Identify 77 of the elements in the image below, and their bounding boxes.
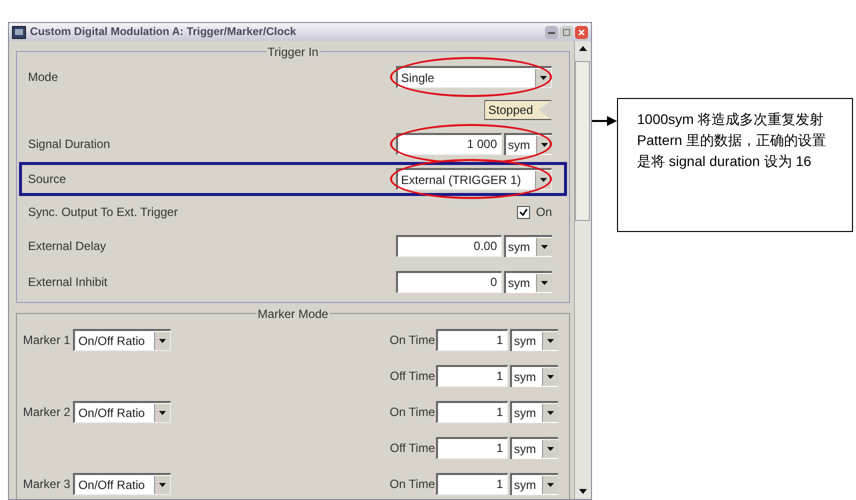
input-field[interactable]: 1 (436, 365, 508, 387)
unit-dropdown[interactable]: sym (510, 437, 558, 459)
field-label: Off Time (390, 368, 435, 385)
arrow-line (592, 115, 617, 127)
dropdown-arrow-button[interactable] (542, 332, 558, 350)
input-field[interactable]: 0.00 (396, 235, 502, 257)
dropdown-arrow-button[interactable] (154, 476, 170, 494)
dropdown[interactable]: On/Off Ratio (73, 401, 172, 423)
selected-row[interactable]: Source External (TRIGGER 1) (19, 162, 567, 196)
caret-icon (547, 339, 554, 343)
input-field[interactable]: 1 (436, 473, 508, 495)
maximize-icon (563, 28, 570, 36)
field-label: Mode (28, 69, 58, 86)
close-icon (578, 28, 585, 36)
dropdown[interactable]: External (TRIGGER 1) (396, 168, 552, 190)
caret-icon (159, 482, 166, 486)
input-field[interactable]: 0 (396, 271, 502, 293)
field-label: Sync. Output To Ext. Trigger (28, 204, 178, 221)
marker-label: Marker 3 (23, 476, 70, 493)
dropdown-arrow-button[interactable] (542, 440, 558, 458)
dropdown-arrow-button[interactable] (154, 332, 170, 350)
input-field[interactable]: 1 (436, 329, 508, 351)
window-title: Custom Digital Modulation A: Trigger/Marker/Clock (30, 24, 296, 40)
scrollbar[interactable] (574, 41, 591, 499)
caret-icon (541, 245, 548, 249)
maximize-button[interactable] (560, 26, 573, 38)
field-label: On Time (390, 476, 435, 493)
checkbox[interactable] (516, 206, 530, 218)
unit-dropdown[interactable]: sym (504, 235, 552, 257)
dropdown-arrow-button[interactable] (536, 238, 552, 256)
field-label: External Inhibit (28, 274, 108, 291)
caret-icon (547, 411, 554, 415)
app-icon (12, 26, 26, 38)
unit-dropdown[interactable]: sym (510, 365, 558, 387)
dropdown[interactable]: On/Off Ratio (73, 473, 172, 495)
field-label: On Time (390, 332, 435, 349)
dropdown-arrow-button[interactable] (542, 476, 558, 494)
caret-icon (540, 76, 547, 80)
checkmark-icon (518, 208, 528, 216)
checkbox-label: On (536, 204, 552, 221)
minimize-button[interactable] (545, 26, 558, 38)
dropdown-arrow-button[interactable] (535, 170, 551, 188)
caret-icon (540, 178, 547, 182)
unit-dropdown[interactable]: sym (510, 473, 558, 495)
field-label: External Delay (28, 238, 106, 255)
input-field[interactable]: 1 000 (396, 133, 502, 155)
marker-label: Marker 1 (23, 332, 70, 349)
unit-dropdown[interactable]: sym (510, 329, 558, 351)
dropdown-arrow-button[interactable] (536, 274, 552, 292)
input-field[interactable]: 1 (436, 401, 508, 423)
minimize-icon (548, 30, 555, 34)
field-label: On Time (390, 404, 435, 421)
caret-icon (541, 143, 548, 147)
status-flag: Stopped (484, 100, 552, 120)
caret-icon (547, 375, 554, 379)
dropdown-arrow-button[interactable] (535, 68, 551, 86)
dropdown-arrow-button[interactable] (542, 404, 558, 422)
field-label: Signal Duration (28, 136, 110, 153)
field-label: Source (28, 171, 66, 188)
dropdown[interactable]: On/Off Ratio (73, 329, 172, 351)
unit-dropdown[interactable]: sym (504, 133, 552, 155)
unit-dropdown[interactable]: sym (510, 401, 558, 423)
dropdown-arrow-button[interactable] (542, 368, 558, 386)
caret-icon (547, 483, 554, 487)
dropdown[interactable]: Single (396, 66, 552, 88)
caret-icon (159, 410, 166, 414)
field-label: Off Time (390, 440, 435, 457)
callout-text: 1000sym 将造成多次重复发射 Pattern 里的数据，正确的设置是将 signal duration 设为 16 (617, 98, 853, 232)
caret-icon (547, 447, 554, 451)
scroll-thumb[interactable] (575, 61, 590, 221)
close-button[interactable] (575, 26, 588, 38)
caret-icon (159, 338, 166, 342)
dropdown-arrow-button[interactable] (154, 404, 170, 422)
marker-label: Marker 2 (23, 404, 70, 421)
unit-dropdown[interactable]: sym (504, 271, 552, 293)
input-field[interactable]: 1 (436, 437, 508, 459)
caret-icon (541, 281, 548, 285)
